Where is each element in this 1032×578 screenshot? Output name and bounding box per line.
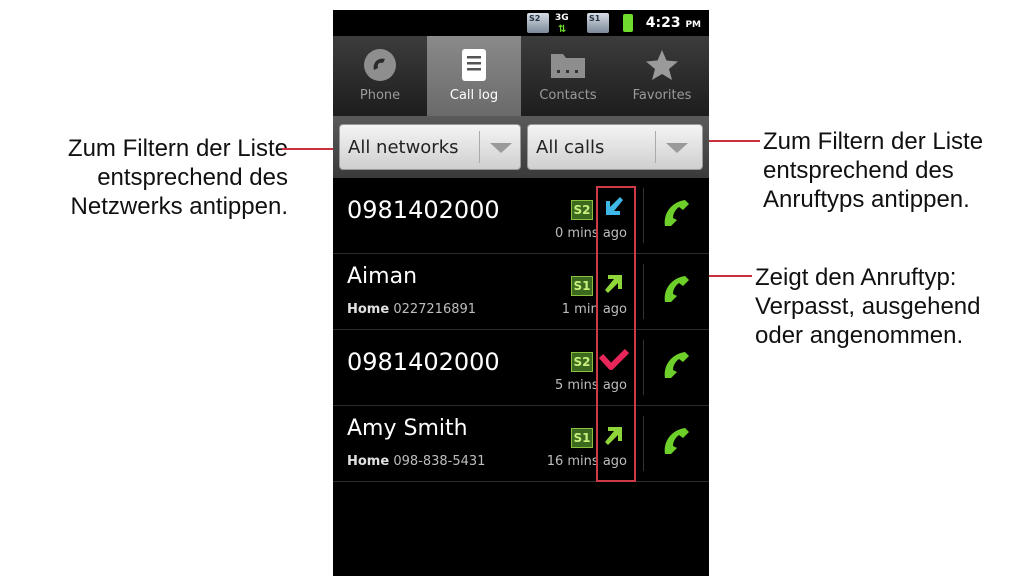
chevron-down-icon xyxy=(666,143,688,153)
annotation-line: Zum Filtern der Liste xyxy=(763,128,984,155)
call-log-row[interactable]: 0981402000 S2 5 mins ago xyxy=(333,330,709,406)
call-log-row[interactable]: Aiman Home 0227216891 S1 1 min ago xyxy=(333,254,709,330)
tab-label: Phone xyxy=(359,88,401,103)
sim2-label: S2 xyxy=(529,14,541,23)
caller-name: Amy Smith xyxy=(347,416,468,441)
phone-number: 098-838-5431 xyxy=(393,454,486,469)
annotation-line: Verpasst, ausgehend xyxy=(755,293,981,320)
sim-badge: S2 xyxy=(571,352,593,372)
number-type: Home xyxy=(347,302,390,317)
tab-label: Contacts xyxy=(539,88,597,103)
annotation-call-type: Zeigt den Anruftyp: Verpasst, ausgehend … xyxy=(755,263,981,350)
3g-label: 3G xyxy=(555,13,569,23)
tab-favorites[interactable]: Favorites xyxy=(615,36,709,116)
phone-icon xyxy=(364,49,396,81)
annotation-line: Netzwerks antippen. xyxy=(70,193,288,220)
call-button-icon[interactable] xyxy=(659,348,693,382)
chevron-down-icon xyxy=(490,143,512,153)
clock-time: 4:23 xyxy=(645,15,681,31)
annotation-line: entsprechend des xyxy=(763,157,954,184)
call-log-icon xyxy=(462,49,486,81)
network-filter-value: All networks xyxy=(348,137,459,158)
sim-badge: S2 xyxy=(571,200,593,220)
row-divider xyxy=(643,188,644,243)
phone-number: 0227216891 xyxy=(393,302,477,317)
call-log-list: 0981402000 S2 0 mins ago Aiman Home 0227… xyxy=(333,178,709,482)
contacts-icon xyxy=(551,54,585,78)
call-button-icon[interactable] xyxy=(659,424,693,458)
sim-badge: S1 xyxy=(571,276,593,296)
network-filter-dropdown[interactable]: All networks xyxy=(339,124,521,170)
row-divider xyxy=(643,340,644,395)
tab-phone[interactable]: Phone xyxy=(333,36,427,116)
call-log-row[interactable]: Amy Smith Home 098-838-5431 S1 16 mins a… xyxy=(333,406,709,482)
battery-icon xyxy=(623,14,633,32)
phone-screen: S2 3G ⇅ S1 4:23 PM Phone Call log Contac… xyxy=(333,10,709,576)
tab-contacts[interactable]: Contacts xyxy=(521,36,615,116)
status-clock: 4:23 PM xyxy=(646,15,701,31)
call-type-highlight-box xyxy=(596,186,636,482)
annotation-line: entsprechend des xyxy=(97,164,288,191)
caller-name: 0981402000 xyxy=(347,348,500,376)
annotation-line: oder angenommen. xyxy=(755,322,964,349)
tab-label: Favorites xyxy=(632,88,692,103)
data-3g-icon: 3G ⇅ xyxy=(555,13,569,35)
annotation-network-filter: Zum Filtern der Liste entsprechend des N… xyxy=(8,134,288,221)
call-log-row[interactable]: 0981402000 S2 0 mins ago xyxy=(333,178,709,254)
sim1-label: S1 xyxy=(589,14,601,23)
annotation-line: Zum Filtern der Liste xyxy=(67,135,288,162)
tab-call-log[interactable]: Call log xyxy=(427,36,521,116)
caller-number: Home 0227216891 xyxy=(347,302,476,317)
sim-badge: S1 xyxy=(571,428,593,448)
tab-label: Call log xyxy=(449,88,499,103)
filter-bar: All networks All calls xyxy=(333,116,709,178)
row-divider xyxy=(643,416,644,471)
call-type-filter-dropdown[interactable]: All calls xyxy=(527,124,703,170)
status-bar: S2 3G ⇅ S1 4:23 PM xyxy=(333,10,709,36)
sim2-signal-icon: S2 xyxy=(527,13,549,33)
sim1-signal-icon: S1 xyxy=(587,13,609,33)
star-icon xyxy=(646,50,678,80)
number-type: Home xyxy=(347,454,390,469)
caller-number: Home 098-838-5431 xyxy=(347,454,485,469)
row-divider xyxy=(643,264,644,319)
clock-ampm: PM xyxy=(685,20,701,30)
dropdown-separator xyxy=(479,131,480,163)
call-type-filter-value: All calls xyxy=(536,137,605,158)
caller-name: 0981402000 xyxy=(347,196,500,224)
annotation-line: Anruftyps antippen. xyxy=(763,186,970,213)
call-button-icon[interactable] xyxy=(659,196,693,230)
tab-bar: Phone Call log Contacts Favorites xyxy=(333,36,709,116)
annotation-line: Zeigt den Anruftyp: xyxy=(755,264,957,291)
caller-name: Aiman xyxy=(347,264,418,289)
annotation-call-type-filter: Zum Filtern der Liste entsprechend des A… xyxy=(763,127,983,214)
dropdown-separator xyxy=(655,131,656,163)
call-button-icon[interactable] xyxy=(659,272,693,306)
